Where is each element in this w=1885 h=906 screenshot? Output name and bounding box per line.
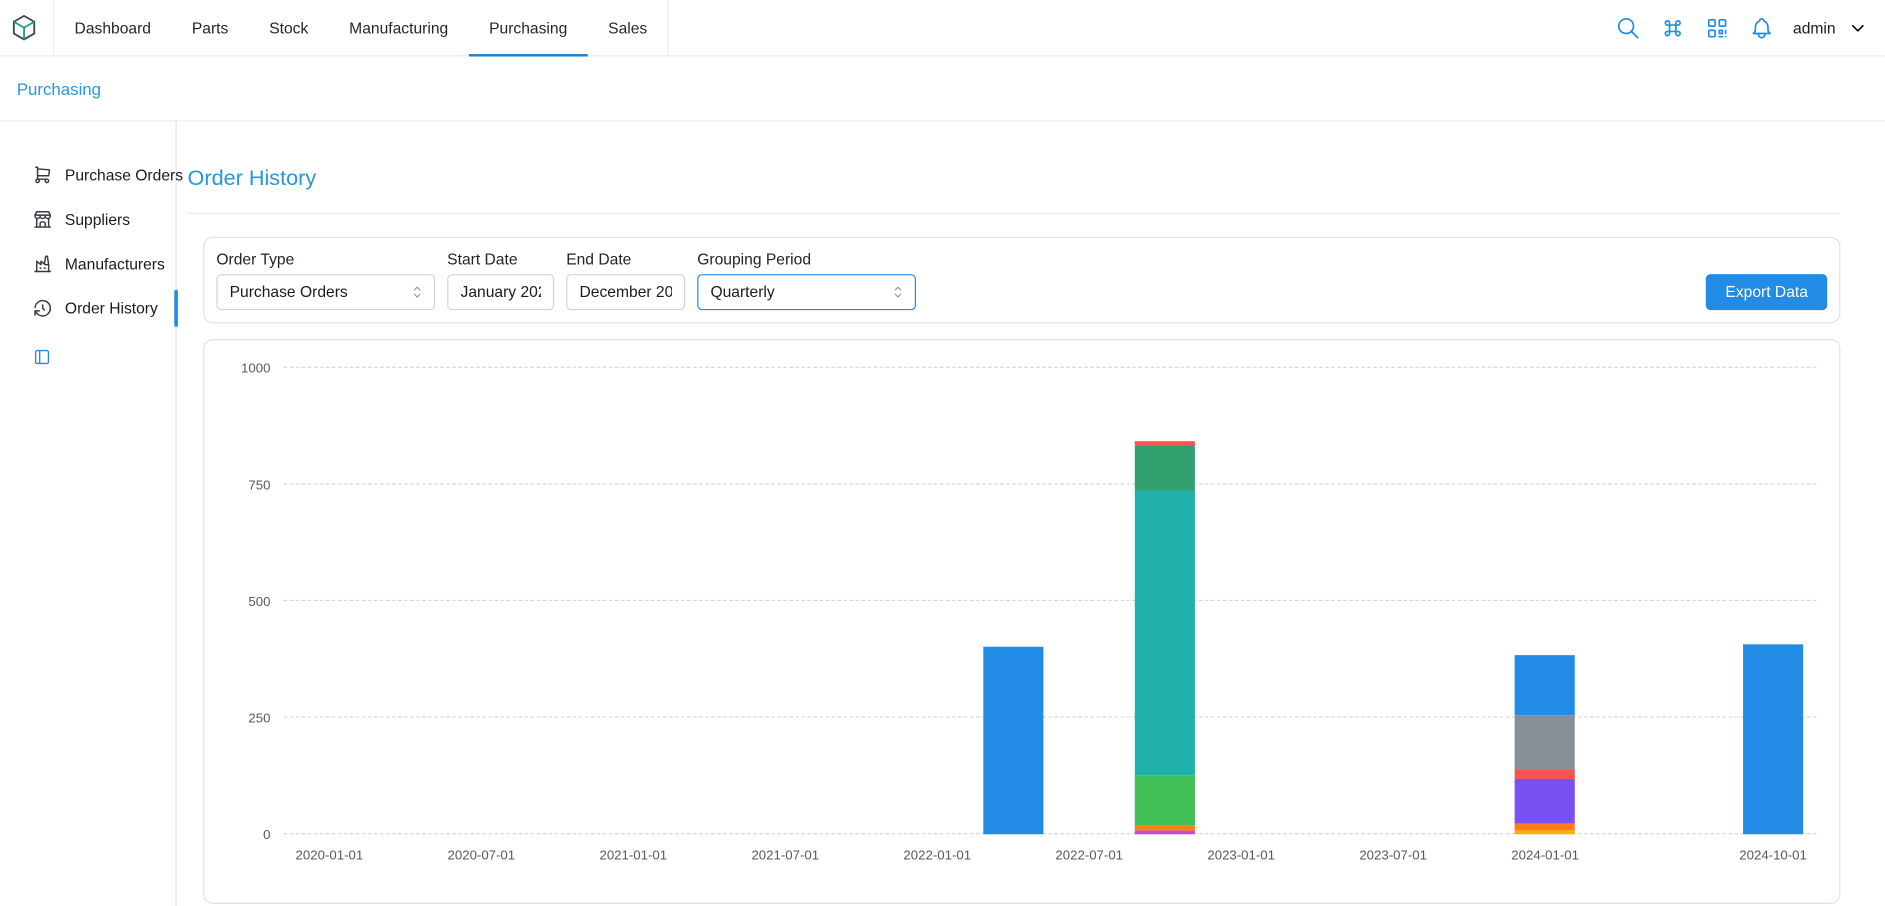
sidebar-collapse-icon[interactable] — [32, 347, 51, 366]
x-axis-tick-label: 2020-07-01 — [448, 848, 516, 862]
gridline — [284, 599, 1817, 600]
command-palette-icon[interactable] — [1660, 15, 1685, 40]
grouping-period-select[interactable]: Quarterly — [697, 274, 916, 310]
history-clock-icon — [32, 298, 52, 318]
shopping-cart-icon — [32, 165, 52, 185]
main-panel: Order History Order Type Purchase Orders… — [177, 121, 1885, 906]
sidebar-item-label: Purchase Orders — [65, 166, 183, 184]
bar-segment — [1743, 645, 1803, 834]
tab-dashboard[interactable]: Dashboard — [54, 0, 171, 55]
sidebar-item-label: Manufacturers — [65, 255, 165, 273]
grouping-period-label: Grouping Period — [697, 250, 916, 268]
app-window: Dashboard Parts Stock Manufacturing Purc… — [0, 0, 1885, 906]
chart-bar-2022-10-01[interactable] — [1135, 441, 1195, 834]
gridline — [284, 716, 1817, 717]
end-date-input[interactable] — [566, 274, 685, 310]
top-navbar: Dashboard Parts Stock Manufacturing Purc… — [0, 0, 1885, 56]
barcode-scan-icon[interactable] — [1704, 15, 1729, 40]
chevron-down-icon — [1848, 17, 1868, 37]
x-axis-tick-label: 2020-01-01 — [296, 848, 364, 862]
bar-segment — [1515, 655, 1575, 716]
sidebar-item-manufacturers[interactable]: Manufacturers — [0, 242, 176, 286]
breadcrumb-purchasing[interactable]: Purchasing — [17, 79, 101, 98]
start-date-label: Start Date — [447, 250, 554, 268]
sidebar-item-purchase-orders[interactable]: Purchase Orders — [0, 153, 176, 197]
main-nav-tabs: Dashboard Parts Stock Manufacturing Purc… — [53, 0, 669, 55]
order-type-value: Purchase Orders — [230, 283, 348, 301]
inventree-logo-icon — [10, 13, 39, 42]
tab-parts[interactable]: Parts — [171, 0, 248, 55]
content-area: Purchase Orders Suppliers Manufacturers … — [0, 121, 1885, 906]
y-axis-tick-label: 0 — [263, 828, 270, 842]
x-axis-tick-label: 2023-07-01 — [1359, 848, 1427, 862]
x-axis-tick-label: 2021-07-01 — [751, 848, 819, 862]
username-label: admin — [1793, 19, 1836, 37]
filter-toolbar: Order Type Purchase Orders Start Date En… — [203, 236, 1840, 323]
sidebar-item-order-history[interactable]: Order History — [0, 286, 176, 330]
x-axis-tick-label: 2024-10-01 — [1739, 848, 1807, 862]
start-date-field: Start Date — [447, 250, 554, 310]
tab-manufacturing[interactable]: Manufacturing — [329, 0, 469, 55]
order-history-chart: 02505007501000 2020-01-012020-07-012021-… — [230, 367, 1814, 902]
sidebar-item-label: Order History — [65, 299, 158, 317]
tab-sales[interactable]: Sales — [588, 0, 668, 55]
bar-segment — [1515, 779, 1575, 823]
y-axis-tick-label: 750 — [248, 478, 270, 492]
sidebar-item-label: Suppliers — [65, 210, 130, 228]
building-store-icon — [32, 209, 52, 229]
x-axis-tick-label: 2022-07-01 — [1055, 848, 1123, 862]
user-menu[interactable]: admin — [1793, 17, 1868, 37]
chart-bar-2024-10-01[interactable] — [1743, 645, 1803, 834]
chart-bar-2024-01-01[interactable] — [1515, 655, 1575, 834]
sidebar-item-suppliers[interactable]: Suppliers — [0, 197, 176, 241]
export-wrap: Export Data — [1706, 250, 1827, 310]
y-axis-tick-label: 500 — [248, 595, 270, 609]
gridline — [284, 366, 1817, 367]
bar-segment — [983, 647, 1043, 834]
end-date-label: End Date — [566, 250, 685, 268]
start-date-input[interactable] — [447, 274, 554, 310]
chevron-updown-icon — [890, 283, 907, 300]
breadcrumb: Purchasing — [0, 56, 1885, 121]
building-factory-icon — [32, 254, 52, 274]
x-axis-tick-label: 2024-01-01 — [1511, 848, 1579, 862]
title-divider — [188, 212, 1841, 213]
tab-purchasing[interactable]: Purchasing — [469, 0, 588, 55]
tab-stock[interactable]: Stock — [249, 0, 329, 55]
page-title: Order History — [188, 166, 1841, 192]
export-data-button[interactable]: Export Data — [1706, 274, 1827, 310]
bar-segment — [1135, 491, 1195, 776]
grouping-period-field: Grouping Period Quarterly — [697, 250, 916, 310]
y-axis: 02505007501000 — [230, 367, 284, 833]
bar-segment — [1515, 716, 1575, 770]
bar-segment — [1515, 823, 1575, 830]
x-axis-tick-label: 2022-01-01 — [903, 848, 971, 862]
bar-segment — [1135, 830, 1195, 834]
app-logo[interactable] — [10, 0, 39, 55]
order-type-select[interactable]: Purchase Orders — [216, 274, 435, 310]
chart-plot-area: 2020-01-012020-07-012021-01-012021-07-01… — [284, 367, 1817, 833]
x-axis-tick-label: 2023-01-01 — [1207, 848, 1275, 862]
y-axis-tick-label: 1000 — [241, 361, 270, 375]
order-history-chart-card: 02505007501000 2020-01-012020-07-012021-… — [203, 339, 1840, 904]
chart-bar-2022-04-01[interactable] — [983, 647, 1043, 834]
gridline — [284, 483, 1817, 484]
bar-segment — [1135, 446, 1195, 490]
search-icon[interactable] — [1615, 15, 1640, 40]
bar-segment — [1135, 775, 1195, 826]
bar-segment — [1515, 830, 1575, 834]
bell-icon[interactable] — [1749, 15, 1774, 40]
end-date-field: End Date — [566, 250, 685, 310]
order-type-field: Order Type Purchase Orders — [216, 250, 435, 310]
x-axis-tick-label: 2021-01-01 — [599, 848, 667, 862]
bar-segment — [1515, 769, 1575, 778]
chevron-updown-icon — [409, 283, 426, 300]
gridline — [284, 833, 1817, 834]
y-axis-tick-label: 250 — [248, 711, 270, 725]
grouping-period-value: Quarterly — [710, 283, 774, 301]
purchasing-sidebar: Purchase Orders Suppliers Manufacturers … — [0, 121, 177, 906]
navbar-actions: admin — [1615, 0, 1868, 55]
order-type-label: Order Type — [216, 250, 435, 268]
